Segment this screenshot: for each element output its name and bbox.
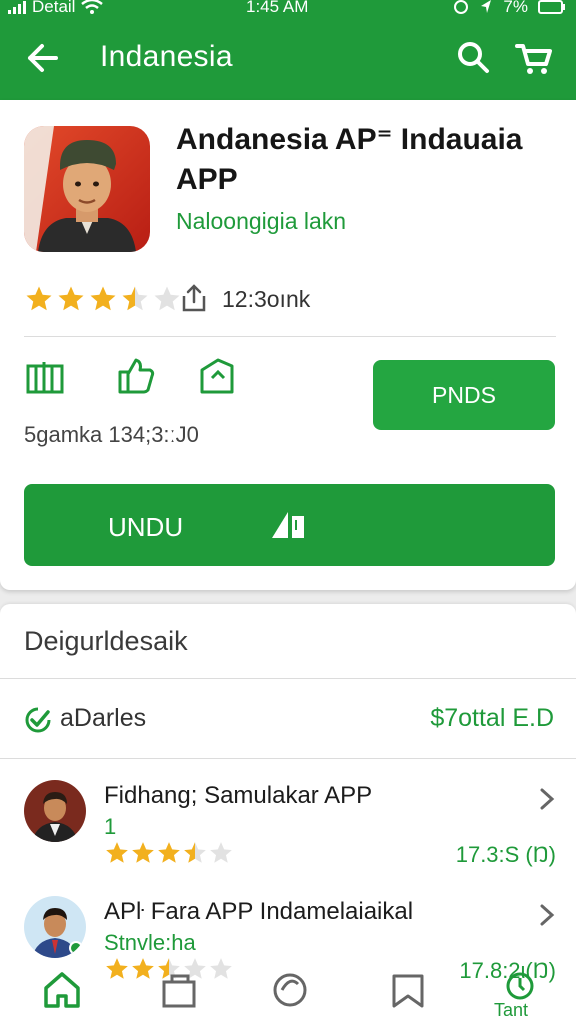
pnds-button[interactable]: PNDS [373,360,555,430]
star-full-icon [106,842,128,863]
page-title: Indanesia [100,40,233,73]
badge-label: aDarles [60,704,147,732]
app-detail-card: Andanesia AP⁼ Indauaia APP Naloongigia l… [0,100,576,590]
alarm-icon [454,0,469,14]
cart-icon[interactable] [514,38,554,78]
avatar [24,896,86,958]
app-name: Andanesia AP⁼ Indauaia APP [176,123,523,196]
avatar [24,780,86,842]
home-icon[interactable] [40,968,84,1012]
star-full-icon [90,286,116,311]
apps-icon[interactable] [158,968,202,1012]
bookmark-icon[interactable] [386,968,430,1012]
section-title: Deigurldesaik [24,626,188,656]
developer-link[interactable]: Naloongigia lakn [176,208,346,235]
signal-icon [8,0,26,14]
star-full-icon [58,286,84,311]
carrier-label: Detail [32,0,76,16]
list-item[interactable]: Fidhang; Samulakar APP 1 17.3:S (Ŋ) [0,780,576,900]
star-empty-icon [210,842,232,863]
share-icon[interactable] [178,282,210,314]
rating-stars [24,284,182,314]
games-icon[interactable] [268,968,312,1012]
status-left: Detail [8,0,104,17]
divider [24,336,556,337]
back-arrow-icon[interactable] [22,38,62,78]
list-item-meta: 17.3:S (Ŋ) [455,842,556,867]
divider [0,758,576,759]
bottom-nav: Tant [0,958,576,1024]
star-half-icon [184,842,206,863]
list-item-title: Fidhang; Samulakar APP [104,782,373,809]
search-icon[interactable] [454,38,492,76]
bookmark-share-icon[interactable] [196,356,238,396]
install-icon [272,512,304,538]
list-item-stars [104,840,234,866]
status-time: 1:45 AM [246,0,309,16]
total-link[interactable]: $7ottal E.D [430,704,554,733]
location-icon [481,0,492,13]
star-full-icon [158,842,180,863]
star-half-icon [122,286,148,311]
nav-label: Tant [494,1000,529,1020]
install-button-label: UNDU [108,512,184,542]
battery-percent: 7% [503,0,528,16]
divider [0,678,576,679]
star-full-icon [132,842,154,863]
thumbs-up-icon[interactable] [114,356,156,396]
verified-check-icon [25,707,51,733]
install-button[interactable]: UNDU [24,484,555,566]
size-info: 5gamka 134;3:ːJ0 [24,422,199,447]
app-bar: Indanesia [0,18,576,100]
status-right: 7% [453,0,566,17]
chevron-right-icon[interactable] [536,902,558,928]
download-count: 12:3oınk [222,286,311,312]
wifi-icon [81,0,104,14]
status-bar: Detail 1:45 AM 7% [0,0,576,18]
chevron-right-icon[interactable] [536,786,558,812]
list-item-subtitle: Stnvle:ha [104,930,196,955]
list-item-subtitle: 1 [104,814,117,839]
app-icon [24,126,150,252]
library-icon[interactable] [24,356,66,396]
star-full-icon [26,286,52,311]
battery-icon [538,0,565,14]
list-item-title: APŀ Fara APP Indamelaiaikal [104,898,414,925]
